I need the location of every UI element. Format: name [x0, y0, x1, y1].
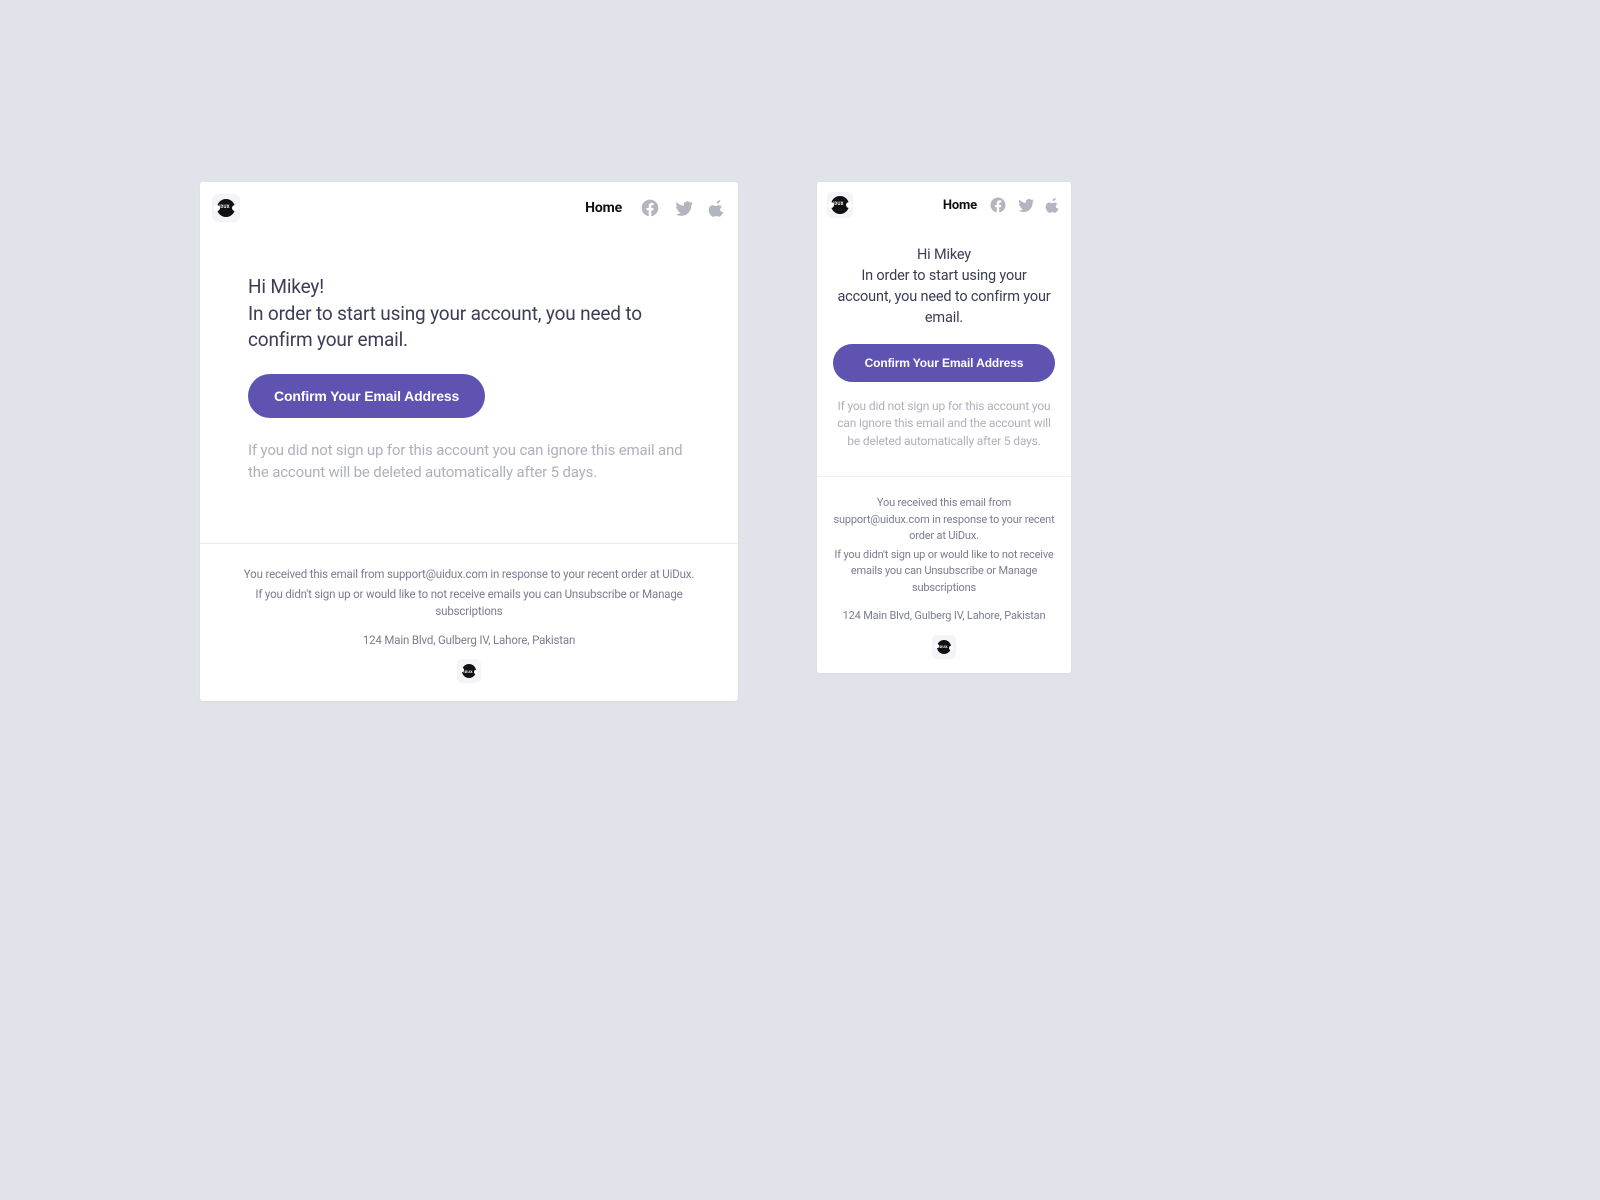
header: iDUX Home: [200, 182, 738, 222]
footer-address: 124 Main Blvd, Gulberg IV, Lahore, Pakis…: [230, 632, 708, 649]
nav: Home: [585, 198, 726, 218]
footer-logo[interactable]: iDUX: [230, 659, 708, 683]
header: iDUX Home: [817, 182, 1071, 218]
social-icons: [989, 196, 1061, 214]
footer-logo[interactable]: iDUX: [833, 635, 1055, 659]
disclaimer-text: If you did not sign up for this account …: [248, 440, 692, 484]
greeting-text: Hi Mikey!In order to start using your ac…: [248, 274, 692, 354]
footer-address: 124 Main Blvd, Gulberg IV, Lahore, Pakis…: [833, 608, 1055, 625]
home-link[interactable]: Home: [943, 198, 977, 213]
email-card-mobile: iDUX Home Hi MikeyIn order to start usin…: [817, 182, 1071, 673]
footer-line-2: If you didn't sign up or would like to n…: [230, 586, 708, 621]
greeting-text: Hi MikeyIn order to start using your acc…: [833, 244, 1055, 328]
facebook-icon[interactable]: [640, 198, 660, 218]
confirm-email-button[interactable]: Confirm Your Email Address: [248, 374, 485, 418]
disclaimer-text: If you did not sign up for this account …: [833, 398, 1055, 450]
social-icons: [640, 198, 726, 218]
confirm-email-button[interactable]: Confirm Your Email Address: [833, 344, 1055, 382]
footer: You received this email from support@uid…: [200, 543, 738, 701]
email-card-desktop: iDUX Home Hi Mikey!In order to start usi…: [200, 182, 738, 701]
apple-icon[interactable]: [708, 198, 726, 218]
email-body: Hi MikeyIn order to start using your acc…: [817, 218, 1071, 476]
twitter-icon[interactable]: [674, 198, 694, 218]
logo[interactable]: iDUX: [827, 192, 853, 218]
logo[interactable]: iDUX: [212, 194, 240, 222]
nav: Home: [943, 196, 1061, 214]
footer: You received this email from support@uid…: [817, 476, 1071, 673]
home-link[interactable]: Home: [585, 200, 622, 216]
footer-line-1: You received this email from support@uid…: [833, 495, 1055, 545]
twitter-icon[interactable]: [1017, 196, 1035, 214]
email-body: Hi Mikey!In order to start using your ac…: [200, 222, 738, 543]
apple-icon[interactable]: [1045, 196, 1061, 214]
footer-line-1: You received this email from support@uid…: [230, 566, 708, 583]
footer-line-2: If you didn't sign up or would like to n…: [833, 547, 1055, 597]
facebook-icon[interactable]: [989, 196, 1007, 214]
